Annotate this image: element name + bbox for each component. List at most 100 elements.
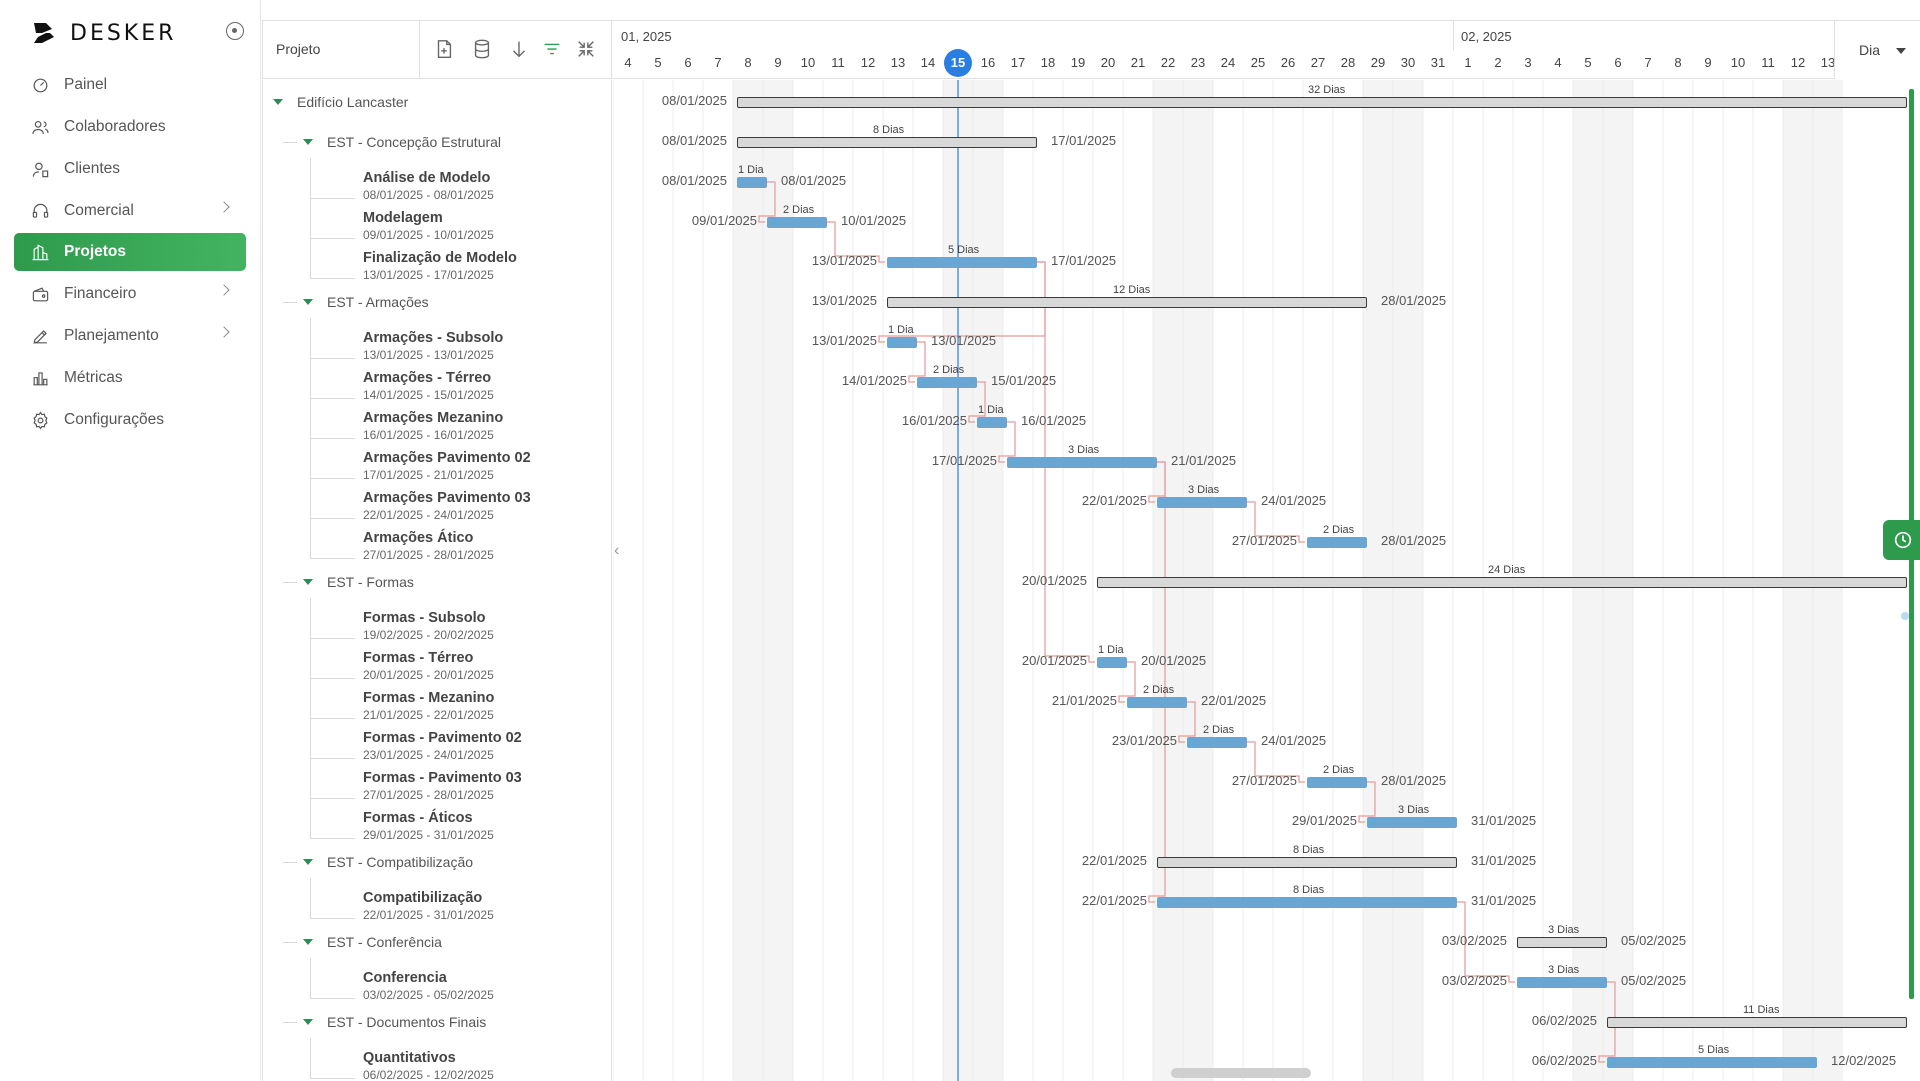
day-label[interactable]: 5 xyxy=(643,51,673,77)
day-label[interactable]: 26 xyxy=(1273,51,1303,77)
expand-toggle-icon[interactable] xyxy=(303,579,313,585)
group-row[interactable]: Edifício Lancaster xyxy=(263,82,611,122)
task-row[interactable]: Formas - Subsolo 19/02/2025 - 20/02/2025 xyxy=(263,598,611,642)
day-label[interactable]: 11 xyxy=(1753,51,1783,77)
history-button[interactable] xyxy=(1883,520,1920,560)
group-row[interactable]: EST - Armações xyxy=(263,282,611,322)
expand-toggle-icon[interactable] xyxy=(303,859,313,865)
task-row[interactable]: Formas - Térreo 20/01/2025 - 20/01/2025 xyxy=(263,638,611,682)
day-label[interactable]: 15 xyxy=(943,51,973,77)
day-label[interactable]: 23 xyxy=(1183,51,1213,77)
task-row[interactable]: Armações Ático 27/01/2025 - 28/01/2025 xyxy=(263,518,611,562)
day-label[interactable]: 18 xyxy=(1033,51,1063,77)
group-row[interactable]: EST - Compatibilização xyxy=(263,842,611,882)
day-label[interactable]: 29 xyxy=(1363,51,1393,77)
nav-item-comercial[interactable]: Comercial xyxy=(14,192,246,230)
day-label[interactable]: 9 xyxy=(1693,51,1723,77)
task-row[interactable]: Armações Mezanino 16/01/2025 - 16/01/2025 xyxy=(263,398,611,442)
day-label[interactable]: 21 xyxy=(1123,51,1153,77)
task-bar[interactable] xyxy=(1367,817,1457,828)
day-label[interactable]: 12 xyxy=(1783,51,1813,77)
day-label[interactable]: 10 xyxy=(1723,51,1753,77)
dependency-link[interactable] xyxy=(1118,661,1136,703)
task-bar[interactable] xyxy=(1157,897,1457,908)
arrow-down-icon[interactable] xyxy=(508,38,532,62)
task-row[interactable]: Armações Pavimento 03 22/01/2025 - 24/01/… xyxy=(263,478,611,522)
task-row[interactable]: Análise de Modelo 08/01/2025 - 08/01/2025 xyxy=(263,158,611,202)
task-bar[interactable] xyxy=(1607,1057,1817,1068)
day-label[interactable]: 28 xyxy=(1333,51,1363,77)
day-label[interactable]: 2 xyxy=(1483,51,1513,77)
task-row[interactable]: Modelagem 09/01/2025 - 10/01/2025 xyxy=(263,198,611,242)
expand-toggle-icon[interactable] xyxy=(303,939,313,945)
task-bar[interactable] xyxy=(917,377,977,388)
expand-toggle-icon[interactable] xyxy=(303,1019,313,1025)
task-row[interactable]: Formas - Pavimento 03 27/01/2025 - 28/01/… xyxy=(263,758,611,802)
day-label[interactable]: 4 xyxy=(613,51,643,77)
nav-item-projetos[interactable]: Projetos xyxy=(14,233,246,271)
day-label[interactable]: 17 xyxy=(1003,51,1033,77)
day-label[interactable]: 22 xyxy=(1153,51,1183,77)
new-task-icon[interactable] xyxy=(433,38,457,62)
task-bar[interactable] xyxy=(887,257,1037,268)
day-label[interactable]: 13 xyxy=(883,51,913,77)
task-bar[interactable] xyxy=(887,337,917,348)
grid-collapse-handle-icon[interactable]: ‹ xyxy=(614,542,619,560)
day-label[interactable]: 14 xyxy=(913,51,943,77)
nav-item-clientes[interactable]: Clientes xyxy=(14,150,246,188)
database-icon[interactable] xyxy=(471,38,495,62)
nav-item-planejamento[interactable]: Planejamento xyxy=(14,317,246,355)
task-row[interactable]: Formas - Pavimento 02 23/01/2025 - 24/01/… xyxy=(263,718,611,762)
day-label[interactable]: 9 xyxy=(763,51,793,77)
filter-icon[interactable] xyxy=(541,38,565,62)
task-bar[interactable] xyxy=(1187,737,1247,748)
task-row[interactable]: Conferencia 03/02/2025 - 05/02/2025 xyxy=(263,958,611,1002)
day-label[interactable]: 8 xyxy=(733,51,763,77)
task-bar[interactable] xyxy=(1517,977,1607,988)
day-label[interactable]: 6 xyxy=(673,51,703,77)
task-bar[interactable] xyxy=(977,417,1007,428)
task-row[interactable]: Armações Pavimento 02 17/01/2025 - 21/01/… xyxy=(263,438,611,482)
sidebar-toggle-icon[interactable] xyxy=(226,22,244,40)
task-bar[interactable] xyxy=(1097,657,1127,668)
task-bar[interactable] xyxy=(1307,777,1367,788)
zoom-level-select[interactable]: Dia xyxy=(1834,21,1920,79)
task-bar[interactable] xyxy=(1157,497,1247,508)
task-row[interactable]: Armações - Térreo 14/01/2025 - 15/01/2025 xyxy=(263,358,611,402)
day-label[interactable]: 12 xyxy=(853,51,883,77)
group-summary-bar[interactable] xyxy=(1157,857,1457,868)
group-row[interactable]: EST - Formas xyxy=(263,562,611,602)
task-row[interactable]: Finalização de Modelo 13/01/2025 - 17/01/… xyxy=(263,238,611,282)
day-label[interactable]: 25 xyxy=(1243,51,1273,77)
day-label[interactable]: 20 xyxy=(1093,51,1123,77)
expand-toggle-icon[interactable] xyxy=(303,139,313,145)
group-summary-bar[interactable] xyxy=(1097,577,1907,588)
group-summary-bar[interactable] xyxy=(737,97,1907,108)
group-row[interactable]: EST - Conferência xyxy=(263,922,611,962)
day-label[interactable]: 5 xyxy=(1573,51,1603,77)
day-label[interactable]: 24 xyxy=(1213,51,1243,77)
day-label[interactable]: 4 xyxy=(1543,51,1573,77)
day-label[interactable]: 1 xyxy=(1453,51,1483,77)
column-title-projeto[interactable]: Projeto xyxy=(276,41,320,57)
task-row[interactable]: Quantitativos 06/02/2025 - 12/02/2025 xyxy=(263,1038,611,1081)
collapse-all-icon[interactable] xyxy=(575,38,599,62)
task-row[interactable]: Formas - Áticos 29/01/2025 - 31/01/2025 xyxy=(263,798,611,842)
day-label[interactable]: 30 xyxy=(1393,51,1423,77)
column-separator[interactable] xyxy=(419,21,420,79)
nav-item-colaboradores[interactable]: Colaboradores xyxy=(14,108,246,146)
day-label[interactable]: 10 xyxy=(793,51,823,77)
task-row[interactable]: Formas - Mezanino 21/01/2025 - 22/01/2025 xyxy=(263,678,611,722)
day-label[interactable]: 19 xyxy=(1063,51,1093,77)
task-bar[interactable] xyxy=(1007,457,1157,468)
dependency-link[interactable] xyxy=(908,341,926,383)
day-label[interactable]: 31 xyxy=(1423,51,1453,77)
day-label[interactable]: 7 xyxy=(1633,51,1663,77)
task-row[interactable]: Compatibilização 22/01/2025 - 31/01/2025 xyxy=(263,878,611,922)
brand-logo[interactable]: DESKER xyxy=(28,16,176,50)
nav-item-painel[interactable]: Painel xyxy=(14,66,246,104)
nav-item-configuracoes[interactable]: Configurações xyxy=(14,401,246,439)
group-summary-bar[interactable] xyxy=(887,297,1367,308)
task-bar[interactable] xyxy=(737,177,767,188)
horizontal-scrollbar[interactable] xyxy=(1171,1068,1311,1078)
